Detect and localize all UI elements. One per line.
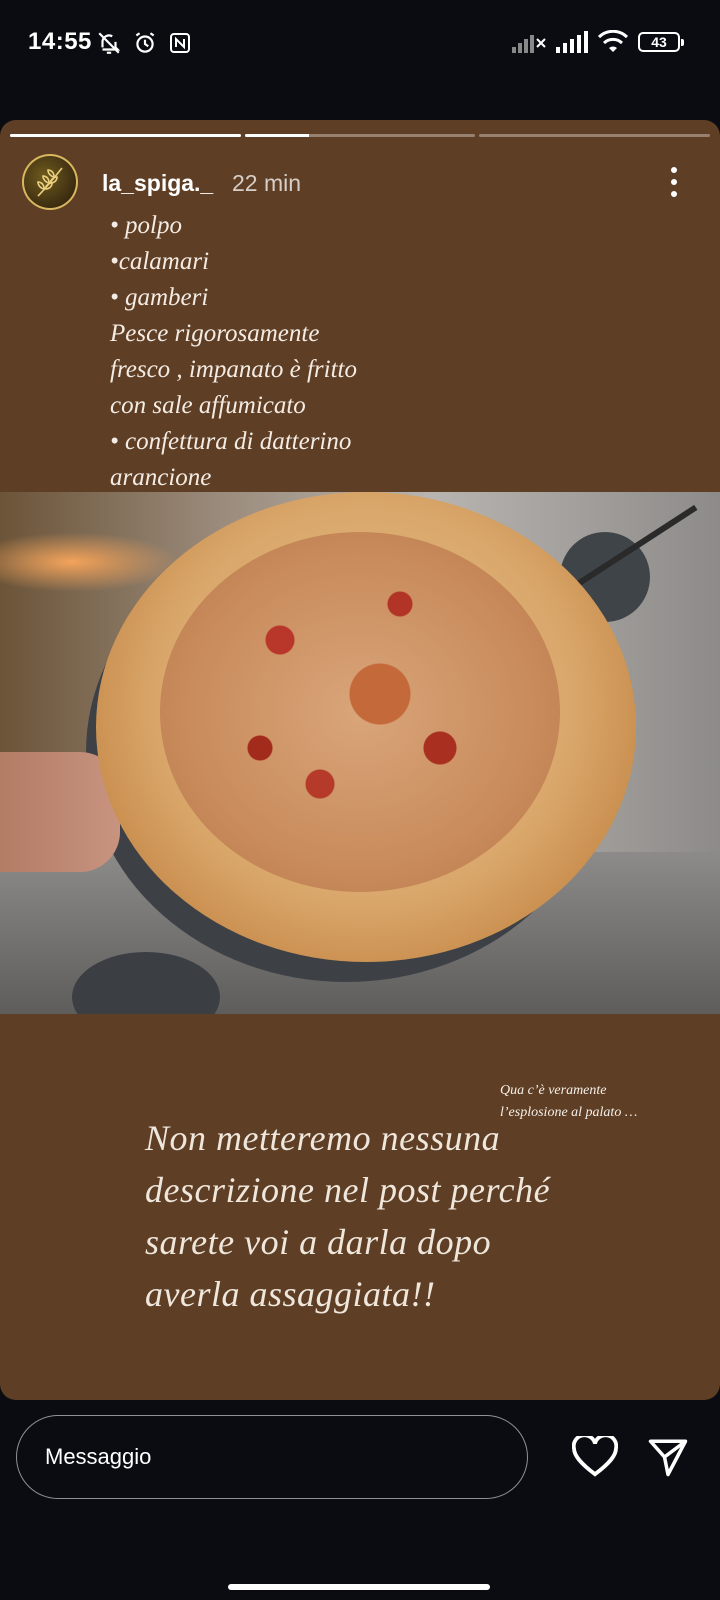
bell-off-icon — [98, 32, 121, 54]
progress-fill — [10, 134, 241, 137]
alarm-icon — [135, 32, 155, 53]
signal-icon — [556, 31, 588, 53]
signal-icon — [512, 35, 546, 53]
reply-bar: Messaggio — [0, 1400, 720, 1600]
menu-line: •calamari — [110, 248, 210, 275]
story-progress — [10, 134, 711, 137]
menu-line: fresco , impanato è fritto — [110, 356, 357, 383]
battery-level: 43 — [651, 34, 667, 50]
main-text-line: averla assaggiata!! — [145, 1274, 436, 1314]
story-header: la_spiga._ 22 min — [22, 154, 700, 214]
story-timestamp: 22 min — [232, 170, 302, 196]
main-text-line: descrizione nel post perché — [145, 1170, 551, 1210]
send-icon[interactable] — [646, 1436, 690, 1478]
more-options-button[interactable] — [664, 164, 684, 200]
heart-icon[interactable] — [572, 1436, 618, 1478]
menu-line: arancione — [110, 464, 212, 491]
menu-line: Pesce rigorosamente — [110, 320, 320, 347]
progress-segment — [10, 134, 241, 137]
battery-icon: 43 — [638, 32, 684, 52]
menu-line: • gamberi — [110, 284, 209, 311]
menu-line: • confettura di datterino — [110, 428, 352, 455]
status-bar: 14:55 43 — [0, 0, 720, 68]
username[interactable]: la_spiga._ — [102, 170, 213, 197]
progress-segment — [244, 134, 476, 137]
status-icons-right: 43 — [512, 30, 684, 54]
more-dot — [671, 167, 677, 173]
story-menu-text: • polpo •calamari • gamberi Pesce rigoro… — [110, 208, 510, 496]
status-icons-left — [96, 30, 192, 56]
more-dot — [671, 191, 677, 197]
message-input[interactable]: Messaggio — [16, 1415, 528, 1499]
avatar[interactable] — [22, 154, 78, 210]
more-dot — [671, 179, 677, 185]
pizza-photo — [0, 492, 720, 1014]
progress-fill — [244, 134, 310, 137]
progress-segment — [479, 134, 711, 137]
message-placeholder: Messaggio — [45, 1444, 152, 1469]
nfc-icon — [170, 33, 190, 53]
menu-line: con sale affumicato — [110, 392, 306, 419]
main-text-line: sarete voi a darla dopo — [145, 1222, 492, 1262]
story-viewer[interactable]: la_spiga._ 22 min • polpo •calamari • ga… — [0, 120, 720, 1400]
status-time: 14:55 — [28, 28, 92, 55]
wheat-logo-icon — [37, 167, 63, 197]
menu-line: • polpo — [110, 212, 182, 239]
main-text-line: Non metteremo nessuna — [145, 1118, 501, 1158]
story-main-text: Non metteremo nessuna descrizione nel po… — [145, 1112, 665, 1320]
caption-line: Qua c’è veramente — [500, 1083, 607, 1098]
wifi-icon — [598, 30, 628, 52]
home-indicator — [228, 1584, 490, 1590]
pizza-topping — [160, 532, 560, 892]
